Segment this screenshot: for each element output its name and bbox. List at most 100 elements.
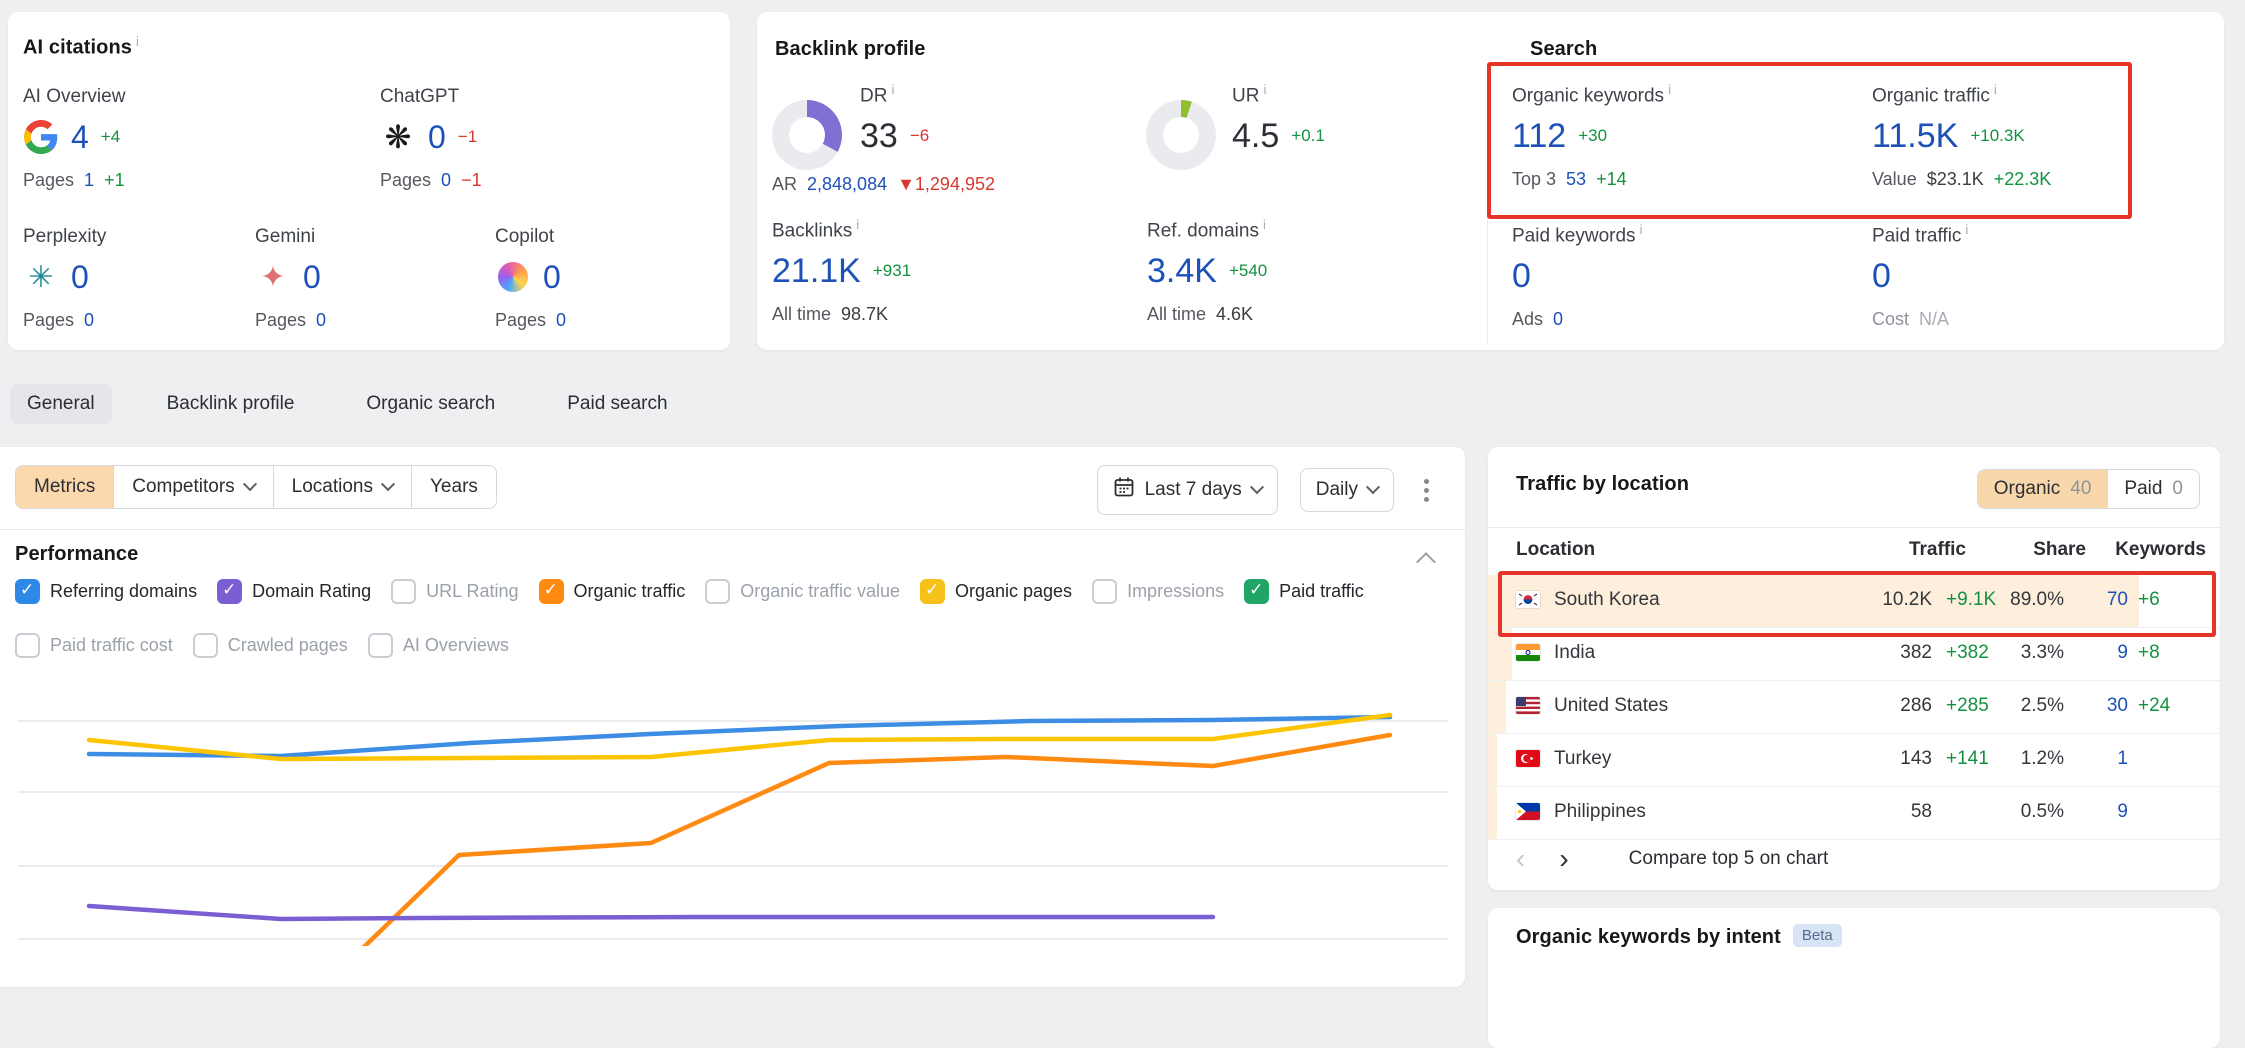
ads-label: Ads <box>1512 309 1543 330</box>
info-icon[interactable]: i <box>891 82 894 97</box>
checkbox-referring-domains[interactable]: Referring domains <box>15 579 197 604</box>
backlink-search-card: Backlink profile DRi 33 −6 AR 2,848,084 … <box>757 12 2224 350</box>
checkbox-crawled-pages[interactable]: Crawled pages <box>193 633 348 658</box>
location-table-body: South Korea 10.2K +9.1K 89.0% 70 +6 Indi… <box>1488 575 2220 840</box>
checkbox-ai-overviews[interactable]: AI Overviews <box>368 633 509 658</box>
competitors-filter-button[interactable]: Competitors <box>113 466 272 508</box>
backlinks-value[interactable]: 21.1K <box>772 251 861 291</box>
pages-label: Pages <box>23 310 74 331</box>
checkbox-label: Paid traffic cost <box>50 635 173 656</box>
info-icon[interactable]: i <box>136 34 139 49</box>
pages-value[interactable]: 0 <box>556 310 566 331</box>
more-options-kebab-icon[interactable] <box>1416 471 1437 510</box>
keywords-value[interactable]: 70 <box>2107 589 2128 611</box>
checkbox-paid-traffic[interactable]: Paid traffic <box>1244 579 1364 604</box>
location-name[interactable]: South Korea <box>1554 589 1660 611</box>
keywords-value[interactable]: 9 <box>2117 642 2128 664</box>
header-location: Location <box>1516 539 1595 561</box>
checkbox-organic-traffic-value[interactable]: Organic traffic value <box>705 579 900 604</box>
checkbox-url-rating[interactable]: URL Rating <box>391 579 518 604</box>
info-icon[interactable]: i <box>1668 82 1671 97</box>
paid-traffic-value[interactable]: 0 <box>1872 256 1891 296</box>
checkbox-icon <box>391 579 416 604</box>
checkbox-paid-traffic-cost[interactable]: Paid traffic cost <box>15 633 173 658</box>
table-row-south-korea[interactable]: South Korea 10.2K +9.1K 89.0% 70 +6 <box>1488 575 2220 628</box>
location-name[interactable]: India <box>1554 642 1595 664</box>
table-row-philippines[interactable]: Philippines 58 0.5% 9 <box>1488 787 2220 840</box>
pages-value[interactable]: 0 <box>441 170 451 191</box>
perplexity-label: Perplexity <box>23 226 106 248</box>
locations-filter-button[interactable]: Locations <box>273 466 411 508</box>
ur-donut-chart <box>1146 100 1216 170</box>
ref-domains-label: Ref. domains <box>1147 220 1259 241</box>
ads-value[interactable]: 0 <box>1553 309 1563 330</box>
collapse-chevron-icon[interactable] <box>1416 552 1436 572</box>
checkbox-icon <box>15 633 40 658</box>
info-icon[interactable]: i <box>1263 82 1266 97</box>
ar-row: AR 2,848,084 ▼1,294,952 <box>772 174 995 195</box>
checkbox-icon <box>15 579 40 604</box>
granularity-button[interactable]: Daily <box>1300 468 1394 512</box>
tab-paid-search[interactable]: Paid search <box>550 384 684 424</box>
organic-keywords-label: Organic keywords <box>1512 85 1664 106</box>
tab-organic-search[interactable]: Organic search <box>349 384 512 424</box>
organic-toggle-button[interactable]: Organic 40 <box>1978 470 2108 508</box>
gemini-label: Gemini <box>255 226 326 248</box>
tab-general[interactable]: General <box>10 384 112 424</box>
share-value: 1.2% <box>2021 748 2064 770</box>
table-row-turkey[interactable]: Turkey 143 +141 1.2% 1 <box>1488 734 2220 787</box>
checkbox-icon <box>920 579 945 604</box>
compare-top5-link[interactable]: Compare top 5 on chart <box>1629 848 1829 870</box>
metrics-filter-button[interactable]: Metrics <box>16 466 113 508</box>
date-range-button[interactable]: Last 7 days <box>1097 465 1278 515</box>
info-icon[interactable]: i <box>1263 217 1266 232</box>
years-filter-button[interactable]: Years <box>411 466 496 508</box>
info-icon[interactable]: i <box>1965 222 1968 237</box>
location-name[interactable]: Turkey <box>1554 748 1611 770</box>
info-icon[interactable]: i <box>1994 82 1997 97</box>
gemini-value[interactable]: 0 <box>303 257 321 297</box>
flag-turkey-icon <box>1516 750 1540 767</box>
perplexity-value[interactable]: 0 <box>71 257 89 297</box>
ai-overview-value[interactable]: 4 <box>71 117 89 157</box>
ar-value[interactable]: 2,848,084 <box>807 174 887 195</box>
competitors-label: Competitors <box>132 476 234 498</box>
paid-toggle-button[interactable]: Paid 0 <box>2107 470 2199 508</box>
organic-traffic-value[interactable]: 11.5K <box>1872 116 1958 156</box>
checkbox-icon <box>705 579 730 604</box>
checkbox-organic-traffic[interactable]: Organic traffic <box>539 579 686 604</box>
checkbox-icon <box>1092 579 1117 604</box>
prev-page-chevron-icon[interactable]: ‹ <box>1516 845 1525 873</box>
checkbox-organic-pages[interactable]: Organic pages <box>920 579 1072 604</box>
next-page-chevron-icon[interactable]: › <box>1559 845 1568 873</box>
top3-value[interactable]: 53 <box>1566 169 1586 190</box>
table-row-united-states[interactable]: United States 286 +285 2.5% 30 +24 <box>1488 681 2220 734</box>
location-name[interactable]: Philippines <box>1554 801 1646 823</box>
paid-traffic-metric: Paid traffici 0 Cost N/A <box>1872 222 1968 330</box>
location-name[interactable]: United States <box>1554 695 1668 717</box>
paid-keywords-value[interactable]: 0 <box>1512 256 1531 296</box>
checkbox-domain-rating[interactable]: Domain Rating <box>217 579 371 604</box>
checkbox-label: Domain Rating <box>252 581 371 602</box>
search-title: Search <box>1530 38 1597 61</box>
keywords-value[interactable]: 1 <box>2117 748 2128 770</box>
pages-value[interactable]: 0 <box>84 310 94 331</box>
table-row-india[interactable]: India 382 +382 3.3% 9 +8 <box>1488 628 2220 681</box>
ref-domains-value[interactable]: 3.4K <box>1147 251 1217 291</box>
calendar-icon <box>1113 476 1135 504</box>
chatgpt-value[interactable]: 0 <box>428 117 446 157</box>
organic-keywords-metric: Organic keywordsi 112 +30 Top 3 53 +14 <box>1512 82 1671 190</box>
keywords-value[interactable]: 30 <box>2107 695 2128 717</box>
pages-value[interactable]: 0 <box>316 310 326 331</box>
tab-backlink-profile[interactable]: Backlink profile <box>150 384 312 424</box>
organic-keywords-value[interactable]: 112 <box>1512 116 1566 156</box>
info-icon[interactable]: i <box>856 217 859 232</box>
copilot-value[interactable]: 0 <box>543 257 561 297</box>
report-tabs: General Backlink profile Organic search … <box>10 384 685 424</box>
info-icon[interactable]: i <box>1640 222 1643 237</box>
chatgpt-metric: ChatGPT ❋ 0 −1 Pages 0 −1 <box>380 86 482 191</box>
checkbox-impressions[interactable]: Impressions <box>1092 579 1224 604</box>
organic-traffic-delta: +10.3K <box>1970 126 2024 146</box>
keywords-value[interactable]: 9 <box>2117 801 2128 823</box>
pages-value[interactable]: 1 <box>84 170 94 191</box>
